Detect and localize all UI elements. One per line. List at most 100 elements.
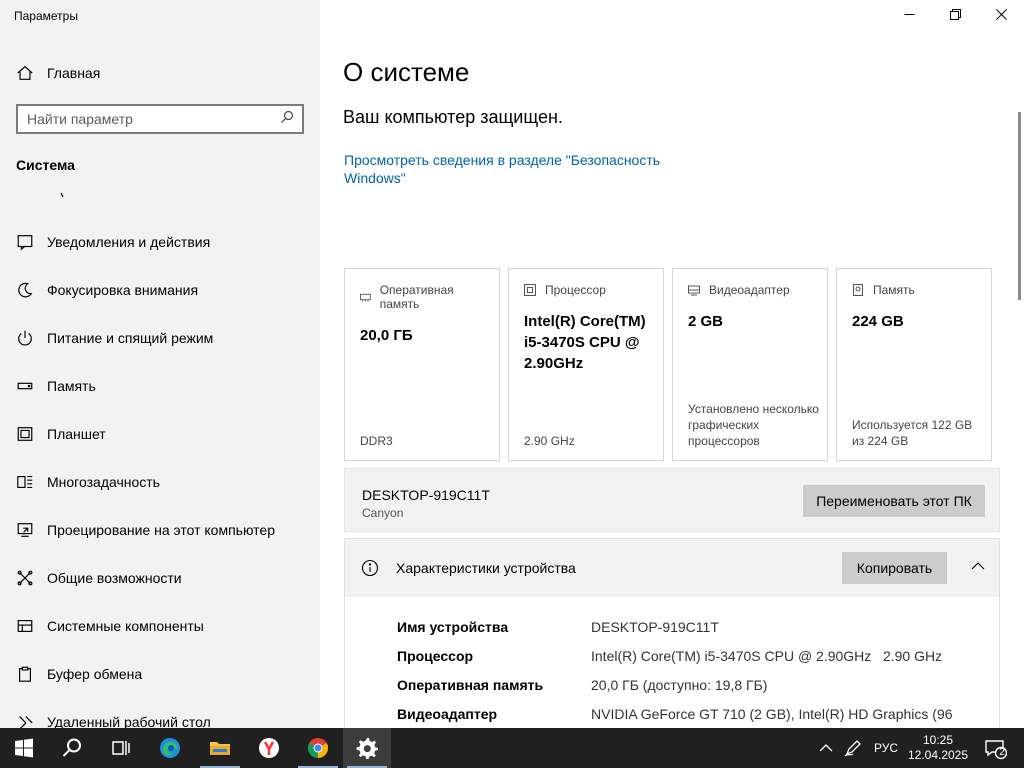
card-label: Оперативная память xyxy=(379,283,454,311)
edge-icon xyxy=(160,738,180,758)
taskbar-app-chrome[interactable] xyxy=(294,728,342,768)
device-specs-panel: Характеристики устройства Копировать Имя… xyxy=(344,538,1000,728)
task-view-icon xyxy=(112,741,130,755)
sidebar-item-label: Многозадачность xyxy=(47,474,160,490)
show-hidden-icons-button[interactable] xyxy=(814,728,838,768)
close-button[interactable] xyxy=(978,0,1024,32)
info-icon xyxy=(361,559,379,577)
notifications-icon xyxy=(15,232,35,252)
sidebar-item-storage[interactable]: Память xyxy=(0,362,320,410)
sidebar-item-label: Планшет xyxy=(47,426,106,442)
taskbar-app-settings[interactable] xyxy=(343,728,391,768)
sidebar-item-home[interactable]: Главная xyxy=(0,55,320,91)
vertical-scrollbar[interactable] xyxy=(1018,112,1021,300)
task-view-button[interactable] xyxy=(96,728,144,768)
clipped-item-fragment xyxy=(56,190,68,202)
search-box[interactable] xyxy=(16,104,304,134)
restore-icon xyxy=(949,7,961,25)
pc-name: DESKTOP-919C11T xyxy=(362,487,490,503)
notification-count: 2 xyxy=(999,747,1005,758)
pen-icon xyxy=(844,740,861,757)
card-footer: Используется 122 GB из 224 GB xyxy=(852,418,973,448)
sidebar-item-remote-desktop[interactable]: Удаленный рабочий стол xyxy=(0,698,320,728)
sidebar-item-label: Питание и спящий режим xyxy=(47,330,214,346)
sidebar-section-title: Система xyxy=(16,157,75,173)
sidebar-item-multitasking[interactable]: Многозадачность xyxy=(0,458,320,506)
card-footer: 2.90 GHz xyxy=(524,434,575,448)
pc-name-panel: DESKTOP-919C11T Canyon Переименовать это… xyxy=(344,468,1000,532)
sidebar-item-focus-assist[interactable]: Фокусировка внимания xyxy=(0,266,320,314)
sidebar-item-shared-experiences[interactable]: Общие возможности xyxy=(0,554,320,602)
taskbar-app-yandex-browser[interactable] xyxy=(245,728,293,768)
search-icon xyxy=(62,738,81,757)
minimize-icon xyxy=(904,7,915,25)
system-clock[interactable]: 10:25 12.04.2025 xyxy=(906,728,970,768)
storage-icon xyxy=(853,284,863,296)
card-value: 224 GB xyxy=(852,313,904,330)
tablet-icon xyxy=(15,424,35,444)
file-explorer-icon xyxy=(210,742,230,755)
spec-cards: Оперативная память 20,0 ГБ DDR3 Процессо… xyxy=(344,268,992,461)
input-language-indicator[interactable]: РУС xyxy=(868,728,904,768)
device-specs-list: Имя устройства DESKTOP-919C11T Процессор… xyxy=(397,619,953,728)
video-adapter-card: Видеоадаптер 2 GB Установлено несколько … xyxy=(672,268,828,461)
minimize-button[interactable] xyxy=(886,0,932,32)
card-value: 20,0 ГБ xyxy=(360,327,413,344)
sidebar-item-tablet[interactable]: Планшет xyxy=(0,410,320,458)
chevron-up-icon[interactable] xyxy=(971,559,985,573)
home-icon xyxy=(15,63,35,83)
close-icon xyxy=(995,7,1007,25)
security-details-link[interactable]: Просмотреть сведения в разделе "Безопасн… xyxy=(344,151,684,187)
card-value: 2 GB xyxy=(688,313,724,330)
chrome-icon xyxy=(307,738,329,759)
multitasking-icon xyxy=(15,472,35,492)
storage-icon xyxy=(15,376,35,396)
sidebar-item-notifications[interactable]: Уведомления и действия xyxy=(0,218,320,266)
rename-pc-button[interactable]: Переименовать этот ПК xyxy=(803,485,985,517)
projecting-icon xyxy=(15,520,35,540)
storage-card: Память 224 GB Используется 122 GB из 224… xyxy=(836,268,992,461)
power-icon xyxy=(15,328,35,348)
ram-icon xyxy=(360,293,371,302)
spec-row: Имя устройства DESKTOP-919C11T xyxy=(397,619,953,648)
sidebar-item-label: Фокусировка внимания xyxy=(47,282,199,298)
shared-experiences-icon xyxy=(15,568,35,588)
maximize-button[interactable] xyxy=(932,0,978,32)
device-specs-header[interactable]: Характеристики устройства Копировать xyxy=(345,539,999,597)
taskbar-app-file-explorer[interactable] xyxy=(196,728,244,768)
search-icon[interactable] xyxy=(280,110,294,129)
taskbar-app-edge[interactable] xyxy=(146,728,194,768)
sidebar-item-power[interactable]: Питание и спящий режим xyxy=(0,314,320,362)
action-center-button[interactable]: 2 xyxy=(978,728,1012,768)
protection-status: Ваш компьютер защищен. xyxy=(343,107,563,127)
sidebar-item-label: Удаленный рабочий стол xyxy=(47,714,211,728)
start-button[interactable] xyxy=(0,728,48,768)
spec-row: Оперативная память 20,0 ГБ (доступно: 19… xyxy=(397,677,953,706)
video-adapter-icon xyxy=(688,285,700,296)
focus-assist-icon xyxy=(15,280,35,300)
sidebar-item-label: Уведомления и действия xyxy=(47,234,211,250)
windows-start-icon xyxy=(15,738,33,758)
card-value: Intel(R) Core(TM) i5-3470S CPU @ 2.90GHz xyxy=(524,313,646,372)
sidebar-item-clipboard[interactable]: Буфер обмена xyxy=(0,650,320,698)
pc-model: Canyon xyxy=(362,506,404,520)
sidebar-item-projecting[interactable]: Проецирование на этот компьютер xyxy=(0,506,320,554)
sidebar: Параметры Главная Система Уведомления и … xyxy=(0,0,320,728)
spec-value: NVIDIA GeForce GT 710 (2 GB), Intel(R) H… xyxy=(591,706,953,722)
clock-time: 10:25 xyxy=(922,733,954,747)
processor-card: Процессор Intel(R) Core(TM) i5-3470S CPU… xyxy=(508,268,664,461)
spec-row: Видеоадаптер NVIDIA GeForce GT 710 (2 GB… xyxy=(397,706,953,728)
pen-workspace-button[interactable] xyxy=(840,728,866,768)
sidebar-item-label: Главная xyxy=(47,65,101,81)
spec-value: DESKTOP-919C11T xyxy=(591,619,719,635)
taskbar-search-button[interactable] xyxy=(48,728,96,768)
main-content: О системе Ваш компьютер защищен. Просмот… xyxy=(320,0,1024,728)
copy-button[interactable]: Копировать xyxy=(842,552,947,584)
sidebar-item-label: Проецирование на этот компьютер xyxy=(47,522,275,538)
card-label: Память xyxy=(873,283,915,297)
clock-date: 12.04.2025 xyxy=(907,748,969,762)
sidebar-nav: Уведомления и действия Фокусировка внима… xyxy=(0,218,320,728)
sidebar-item-system-components[interactable]: Системные компоненты xyxy=(0,602,320,650)
search-input[interactable] xyxy=(27,111,267,127)
card-footer: Установлено несколько графических процес… xyxy=(688,402,819,448)
